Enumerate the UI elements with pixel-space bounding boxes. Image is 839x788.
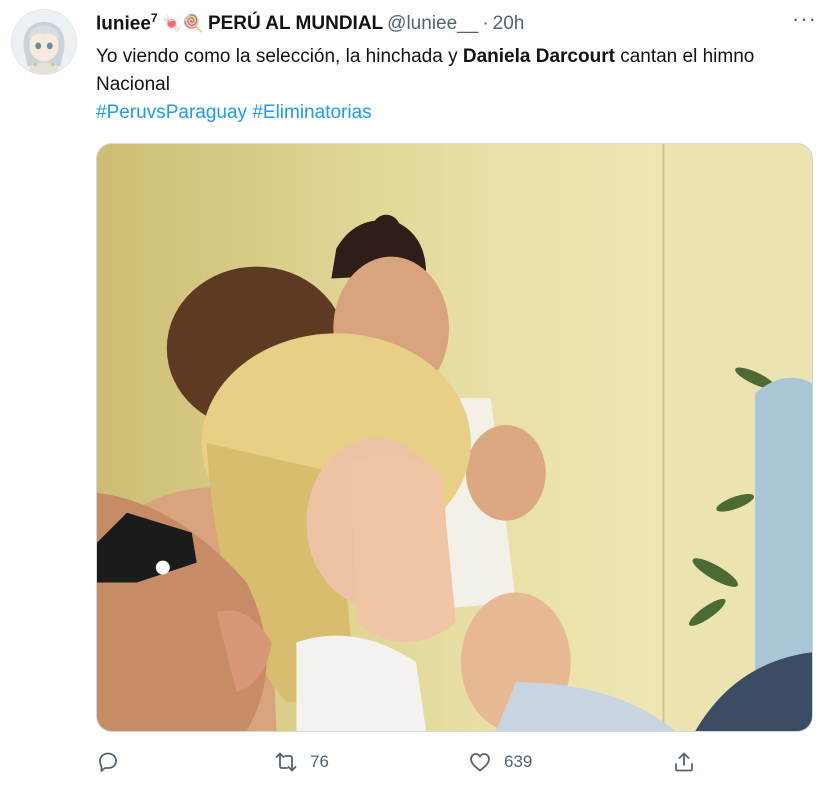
like-button[interactable]: 639 — [468, 750, 532, 774]
display-name-suffix[interactable]: PERÚ AL MUNDIAL — [208, 13, 383, 35]
retweet-icon — [275, 752, 297, 772]
anime-avatar-image — [12, 10, 76, 74]
separator-dot: · — [482, 13, 489, 35]
tweet-card: luniee7 🍬🍭 PERÚ AL MUNDIAL @luniee__ · 2… — [0, 0, 839, 788]
name-superscript: 7 — [150, 11, 158, 25]
tweet-header: luniee7 🍬🍭 PERÚ AL MUNDIAL @luniee__ · 2… — [96, 11, 779, 35]
retweet-count: 76 — [310, 752, 329, 771]
tweet-text-bold: Daniela Darcourt — [462, 46, 615, 67]
like-count: 639 — [504, 752, 533, 771]
heart-icon — [470, 753, 490, 772]
tweet-text: Yo viendo como la selección, la hinchada… — [96, 43, 796, 99]
hashtag-peruvsparaguay[interactable]: #PeruvsParaguay — [96, 102, 247, 123]
hashtag-eliminatorias[interactable]: #Eliminatorias — [252, 102, 371, 123]
share-icon — [675, 752, 693, 772]
reply-button[interactable] — [96, 750, 132, 774]
hashtags: #PeruvsParaguay #Eliminatorias — [96, 99, 372, 127]
avatar[interactable] — [11, 9, 77, 75]
more-options-icon[interactable]: ··· — [792, 6, 817, 32]
tweet-media-image[interactable] — [96, 143, 813, 732]
display-name[interactable]: luniee7 — [96, 11, 158, 35]
user-handle[interactable]: @luniee__ — [387, 13, 478, 35]
crowd-photo — [97, 144, 812, 731]
retweet-button[interactable]: 76 — [274, 750, 329, 774]
reply-icon — [99, 752, 117, 772]
action-bar: 76 639 — [96, 750, 716, 780]
share-button[interactable] — [672, 750, 708, 774]
tweet-text-part1: Yo viendo como la selección, la hinchada… — [96, 46, 463, 67]
candy-emoji: 🍬🍭 — [161, 14, 204, 34]
timestamp[interactable]: 20h — [493, 13, 525, 35]
